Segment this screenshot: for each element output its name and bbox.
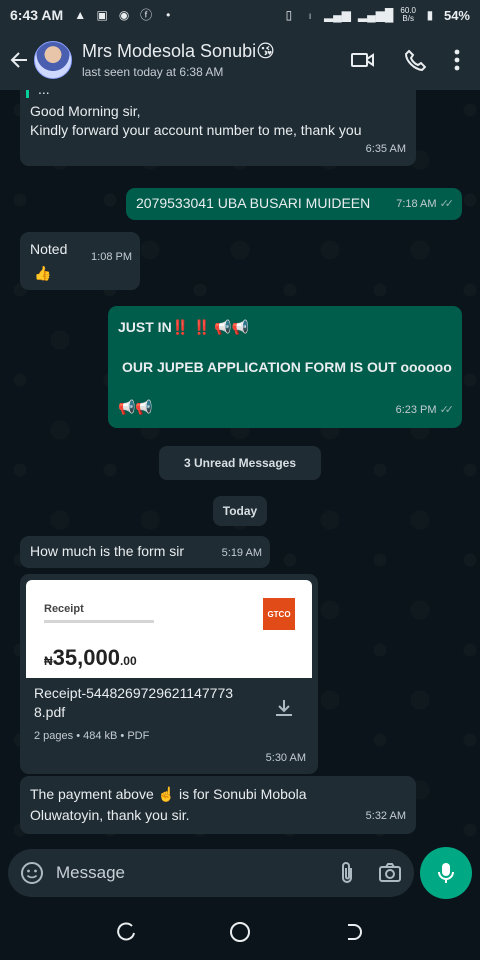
messenger-icon: ◉ [118,8,130,22]
message-text: 2079533041 UBA BUSARI MUIDEEN [136,195,371,211]
video-call-icon[interactable] [350,50,376,70]
battery-icon: ▮ [426,8,434,22]
chat-area[interactable]: ... Good Morning sir, Kindly forward you… [0,90,480,842]
document-message[interactable]: Receipt GTCO ₦35,000.00 Receipt-54482697… [20,574,318,774]
signal-icon: ▂▄▆ [323,8,351,22]
message-text: OUR JUPEB APPLICATION FORM IS OUT oooooo [122,359,452,375]
network-speed: 60.0 B/s [400,7,416,23]
unread-messages-divider: 3 Unread Messages [159,446,321,480]
message-outgoing[interactable]: 2079533041 UBA BUSARI MUIDEEN 7:18 AM ✓✓ [126,188,462,220]
message-incoming[interactable]: The payment above ☝️ is for Sonubi Mobol… [20,776,416,834]
mic-icon [438,863,454,883]
read-receipt-icon: ✓✓ [439,198,455,210]
last-seen: last seen today at 6:38 AM [82,65,224,79]
quote-bar [26,90,29,98]
more-options-icon[interactable] [454,49,460,71]
emoji-icon[interactable] [20,861,44,885]
message-time: 6:23 PM ✓✓ [395,401,455,420]
time-label: 5:19 AM [221,547,262,559]
status-bar: 6:43 AM ▲ ▣ ◉ ⓕ • ▯ ₗ ▂▄▆ ▂▄▆█ 60.0 B/s … [0,0,480,30]
message-time: 6:35 AM [366,140,406,159]
document-name: Receipt-54482697296211477738.pdf [34,685,234,720]
time-label: 6:23 PM [395,404,437,416]
volte-icon: ₗ [308,8,311,22]
read-receipt-icon: ✓✓ [439,404,455,416]
notification-icons: ▲ ▣ ◉ ⓕ • [73,8,175,22]
back-arrow-icon[interactable] [6,40,32,80]
facebook-icon: ⓕ [140,8,153,22]
receipt-amount: ₦35,000.00 [44,645,137,671]
time-label: 5:32 AM [365,810,406,822]
receipt-subtitle [44,620,154,623]
back-icon[interactable] [343,921,365,943]
chat-header: Mrs Modesola Sonubi😘 last seen today at … [0,30,480,90]
message-time: 7:18 AM ✓✓ [396,195,455,214]
message-text: Good Morning sir, [30,103,141,119]
message-input-container [8,849,414,897]
contact-info[interactable]: Mrs Modesola Sonubi😘 last seen today at … [82,41,350,79]
time-label: 6:35 AM [365,143,406,155]
system-icons: ▯ ₗ ▂▄▆ ▂▄▆█ 60.0 B/s ▮ 54% [282,7,470,23]
system-navigation-bar [0,904,480,960]
message-outgoing[interactable]: JUST IN‼️ ‼️ 📢📢 OUR JUPEB APPLICATION FO… [108,306,462,428]
message-composer [0,842,480,904]
battery-level: 54% [443,7,470,23]
message-text: 📢📢 [118,399,153,415]
message-input[interactable] [56,863,338,883]
warning-icon: ▲ [74,8,87,22]
news-icon: ▣ [96,8,108,22]
message-text: How much is the form sir [30,543,185,559]
receipt-preview[interactable]: Receipt GTCO ₦35,000.00 [26,580,312,678]
currency-symbol: ₦ [44,654,53,668]
message-time: 5:19 AM [222,544,262,563]
document-info: Receipt-54482697296211477738.pdf 2 pages… [34,684,244,746]
message-incoming[interactable]: How much is the form sir 5:19 AM [20,536,270,568]
contact-name: Mrs Modesola Sonubi😘 [82,41,275,61]
message-time: 5:30 AM [266,749,306,768]
voice-call-icon[interactable] [404,49,426,71]
avatar[interactable] [34,41,72,79]
time-label: 5:30 AM [265,752,306,764]
amount-value: 35,000 [52,645,120,670]
camera-icon[interactable] [378,862,402,884]
message-incoming[interactable]: ... Good Morning sir, Kindly forward you… [20,90,416,166]
time-label: 7:18 AM [396,198,437,210]
home-icon[interactable] [228,920,252,944]
date-divider: Today [213,496,267,526]
message-text: JUST IN‼️ ‼️ 📢📢 [118,319,250,335]
header-actions [350,49,460,71]
message-time: 1:08 PM [91,248,132,267]
gtco-logo: GTCO [263,598,295,630]
message-text: Noted [30,241,68,257]
document-meta: 2 pages • 484 kB • PDF [34,730,150,742]
message-text: Kindly forward your account number to me… [30,122,362,138]
signal-icon: ▂▄▆█ [357,8,394,22]
time-label: 1:08 PM [91,251,132,263]
amount-decimal: .00 [119,654,137,668]
message-time: 5:32 AM [366,807,406,826]
recents-icon[interactable] [115,921,137,943]
vibrate-icon: ▯ [285,8,293,22]
message-text: Oluwatoyin, thank you sir. [30,807,190,823]
receipt-title: Receipt [44,603,84,615]
dot-icon: • [166,8,171,22]
mic-button[interactable] [420,847,472,899]
status-time: 6:43 AM [10,7,64,23]
message-incoming[interactable]: Noted 👍 1:08 PM [20,232,140,290]
thumbs-up-emoji: 👍 [34,265,52,281]
attach-icon[interactable] [338,861,356,885]
message-text: The payment above ☝️ is for Sonubi Mobol… [30,786,307,802]
download-icon[interactable] [272,696,296,720]
speed-unit: B/s [402,14,414,23]
quoted-text: ... [38,90,50,99]
